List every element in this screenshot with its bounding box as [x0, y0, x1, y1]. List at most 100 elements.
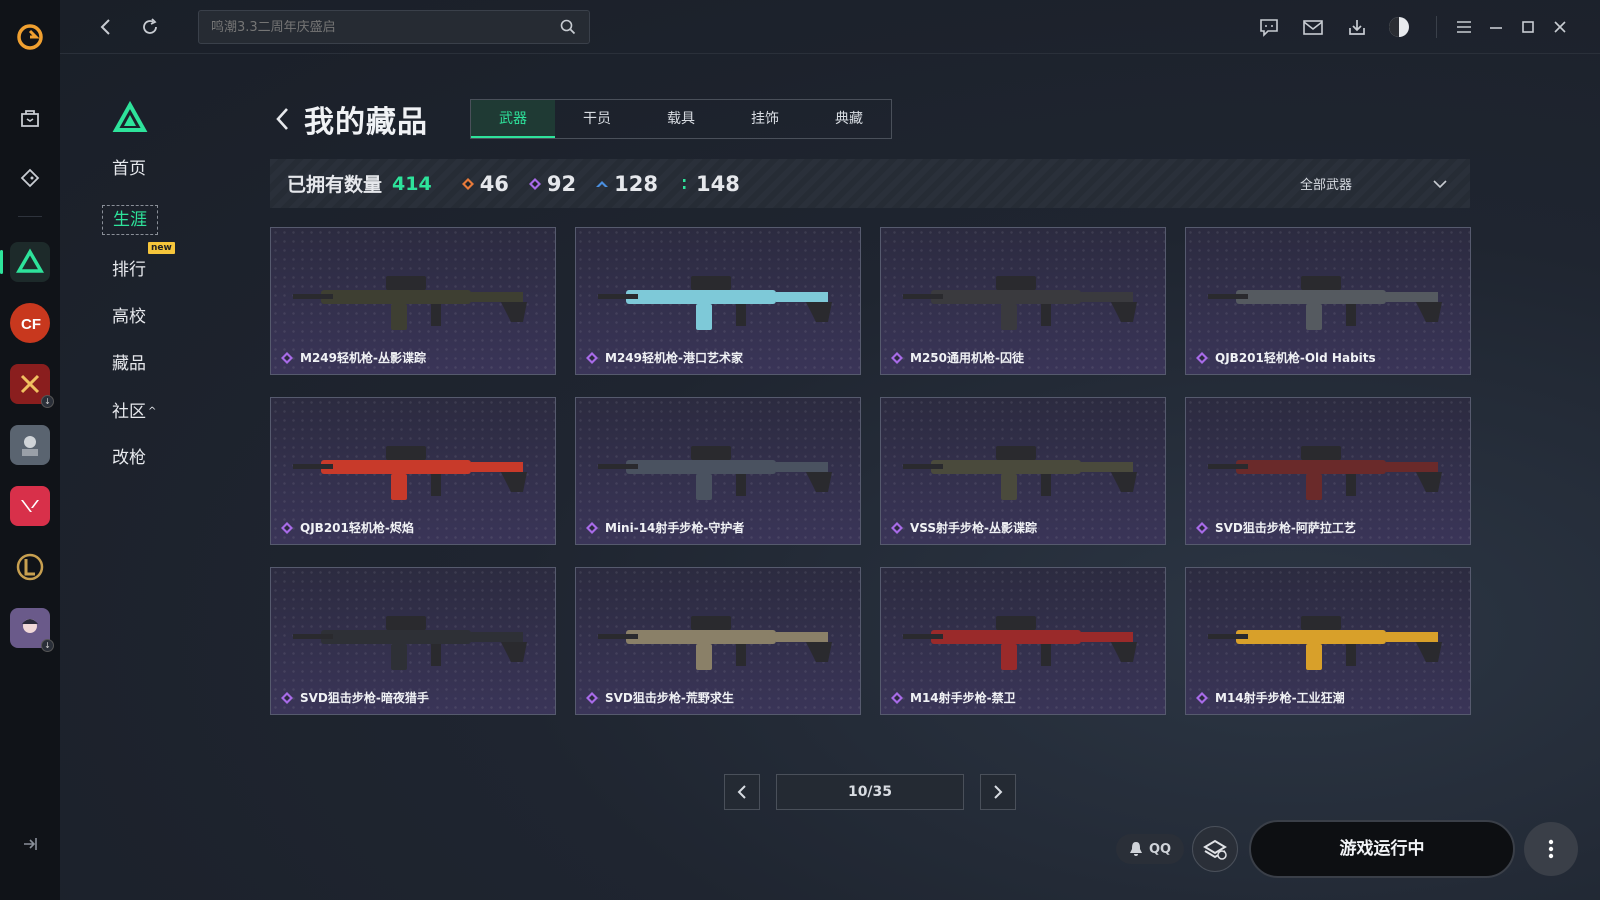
weapon-caption: SVD狙击步枪-暗夜猎手 [281, 689, 429, 706]
nav-item-gunsmith[interactable]: 改枪 [112, 447, 146, 470]
maximize-icon[interactable] [1516, 15, 1540, 39]
rarity-purple-count: 92 [528, 171, 577, 196]
nav-item-collection[interactable]: 藏品 [112, 353, 146, 376]
weapon-card[interactable]: M14射手步枪-禁卫 [880, 567, 1166, 715]
chevron-right-icon [994, 785, 1003, 799]
game-delta-force-icon[interactable] [0, 242, 50, 282]
chevron-up-icon: ^ [148, 406, 157, 417]
nav-item-label: 藏品 [112, 354, 146, 374]
tab-weapons[interactable]: 武器 [471, 100, 555, 138]
category-tabs: 武器 干员 载具 挂饰 典藏 [470, 99, 892, 139]
app-rail: CF ↓ ↓ [0, 0, 60, 900]
download-badge-icon: ↓ [41, 639, 54, 652]
purple-diamond-icon [891, 521, 903, 534]
weapon-card[interactable]: VSS射手步枪-丛影谍踪 [880, 397, 1166, 545]
game-anime-icon[interactable]: ↓ [10, 608, 54, 652]
search-icon[interactable] [559, 18, 577, 36]
app-logo-icon[interactable] [15, 22, 45, 52]
weapon-name: QJB201轻机枪-Old Habits [1215, 351, 1376, 365]
green-dots-icon [683, 178, 686, 189]
weapon-card[interactable]: QJB201轻机枪-Old Habits [1185, 227, 1471, 375]
vertical-dots-icon [1548, 839, 1554, 859]
nav-item-ranking[interactable]: 排行 new [112, 242, 175, 282]
download-icon[interactable] [1345, 15, 1369, 39]
tab-operators[interactable]: 干员 [555, 100, 639, 138]
prev-page-button[interactable] [724, 774, 760, 810]
tab-vehicles[interactable]: 载具 [639, 100, 723, 138]
game-library-icon[interactable] [10, 158, 50, 198]
svg-text:CF: CF [21, 316, 41, 333]
weapon-skin-image [293, 616, 527, 670]
weapon-skin-image [293, 276, 527, 330]
collection-grid: M249轻机枪-丛影谍踪 M249轻机枪-港口艺术家 M250通用机枪-囚徒 QJB2… [270, 227, 1471, 715]
weapon-card[interactable]: M250通用机枪-囚徒 [880, 227, 1166, 375]
weapon-card[interactable]: QJB201轻机枪-烬焰 [270, 397, 556, 545]
weapon-caption: M14射手步枪-禁卫 [891, 689, 1016, 706]
weapon-card[interactable]: M14射手步枪-工业狂潮 [1185, 567, 1471, 715]
purple-diamond-icon [281, 351, 293, 364]
page-header: 我的藏品 [272, 98, 428, 140]
refresh-icon[interactable] [137, 14, 163, 40]
weapon-card[interactable]: SVD狙击步枪-阿萨拉工艺 [1185, 397, 1471, 545]
menu-icon[interactable] [1452, 15, 1476, 39]
minimize-icon[interactable] [1484, 15, 1508, 39]
weapon-caption: QJB201轻机枪-烬焰 [281, 519, 414, 536]
nav-item-college[interactable]: 高校 [112, 306, 146, 329]
purple-diamond-icon [1196, 691, 1208, 704]
weapon-caption: M250通用机枪-囚徒 [891, 349, 1024, 366]
weapon-name: M249轻机枪-丛影谍踪 [300, 351, 426, 365]
weapon-name: Mini-14射手步枪-守护者 [605, 521, 745, 535]
game-crossfire-icon[interactable]: CF [10, 303, 50, 343]
close-icon[interactable] [1548, 15, 1572, 39]
tab-collection[interactable]: 典藏 [807, 100, 891, 138]
layers-icon [1203, 839, 1227, 860]
mail-icon[interactable] [1301, 15, 1325, 39]
game-league-icon[interactable] [10, 547, 50, 587]
nav-item-home[interactable]: 首页 [112, 158, 146, 181]
weapon-name: M250通用机枪-囚徒 [910, 351, 1024, 365]
weapon-caption: QJB201轻机枪-Old Habits [1196, 349, 1376, 366]
weapon-card[interactable]: M249轻机枪-丛影谍踪 [270, 227, 556, 375]
qq-notify-button[interactable]: QQ [1116, 834, 1184, 864]
tab-charms[interactable]: 挂饰 [723, 100, 807, 138]
nav-item-community[interactable]: 社区 ^ [112, 400, 156, 423]
orange-diamond-icon [461, 177, 474, 190]
new-badge: new [148, 242, 175, 254]
weapon-card[interactable]: SVD狙击步枪-荒野求生 [575, 567, 861, 715]
purple-diamond-icon [281, 521, 293, 534]
owned-count: 414 [392, 172, 432, 195]
chat-icon[interactable] [1257, 15, 1281, 39]
expand-rail-icon[interactable] [20, 834, 40, 854]
accelerator-button[interactable] [1192, 826, 1238, 872]
pagination: 10/35 [724, 774, 1016, 810]
weapon-caption: Mini-14射手步枪-守护者 [586, 519, 744, 536]
page-indicator: 10/35 [776, 774, 964, 810]
weapon-card[interactable]: M249轻机枪-港口艺术家 [575, 227, 861, 375]
game-valorant-icon[interactable] [10, 486, 50, 526]
weapon-skin-image [598, 616, 832, 670]
weapon-card[interactable]: SVD狙击步枪-暗夜猎手 [270, 567, 556, 715]
store-bag-icon[interactable] [10, 98, 50, 138]
weapon-name: SVD狙击步枪-荒野求生 [605, 691, 734, 705]
nav-item-label: 高校 [112, 307, 146, 327]
more-options-button[interactable] [1524, 822, 1578, 876]
back-chevron-icon[interactable] [272, 105, 294, 133]
weapon-filter-dropdown[interactable]: 全部武器 [1300, 159, 1448, 208]
weapon-name: M249轻机枪-港口艺术家 [605, 351, 743, 365]
game-running-button[interactable]: 游戏运行中 [1249, 820, 1515, 878]
game-wuxia-icon[interactable]: ↓ [10, 364, 54, 408]
search-input[interactable] [211, 19, 559, 35]
purple-diamond-icon [1196, 521, 1208, 534]
back-arrow-icon[interactable] [93, 14, 119, 40]
weapon-card[interactable]: Mini-14射手步枪-守护者 [575, 397, 861, 545]
user-avatar[interactable] [1387, 15, 1411, 39]
weapon-name: VSS射手步枪-丛影谍踪 [910, 521, 1038, 535]
rarity-count: 46 [479, 171, 509, 196]
weapon-skin-image [1208, 616, 1442, 670]
weapon-caption: SVD狙击步枪-荒野求生 [586, 689, 734, 706]
next-page-button[interactable] [980, 774, 1016, 810]
weapon-skin-image [1208, 446, 1442, 500]
nav-item-career[interactable]: 生涯 [102, 205, 158, 235]
game-shooter-icon[interactable] [10, 425, 50, 465]
rarity-count: 92 [546, 171, 577, 196]
